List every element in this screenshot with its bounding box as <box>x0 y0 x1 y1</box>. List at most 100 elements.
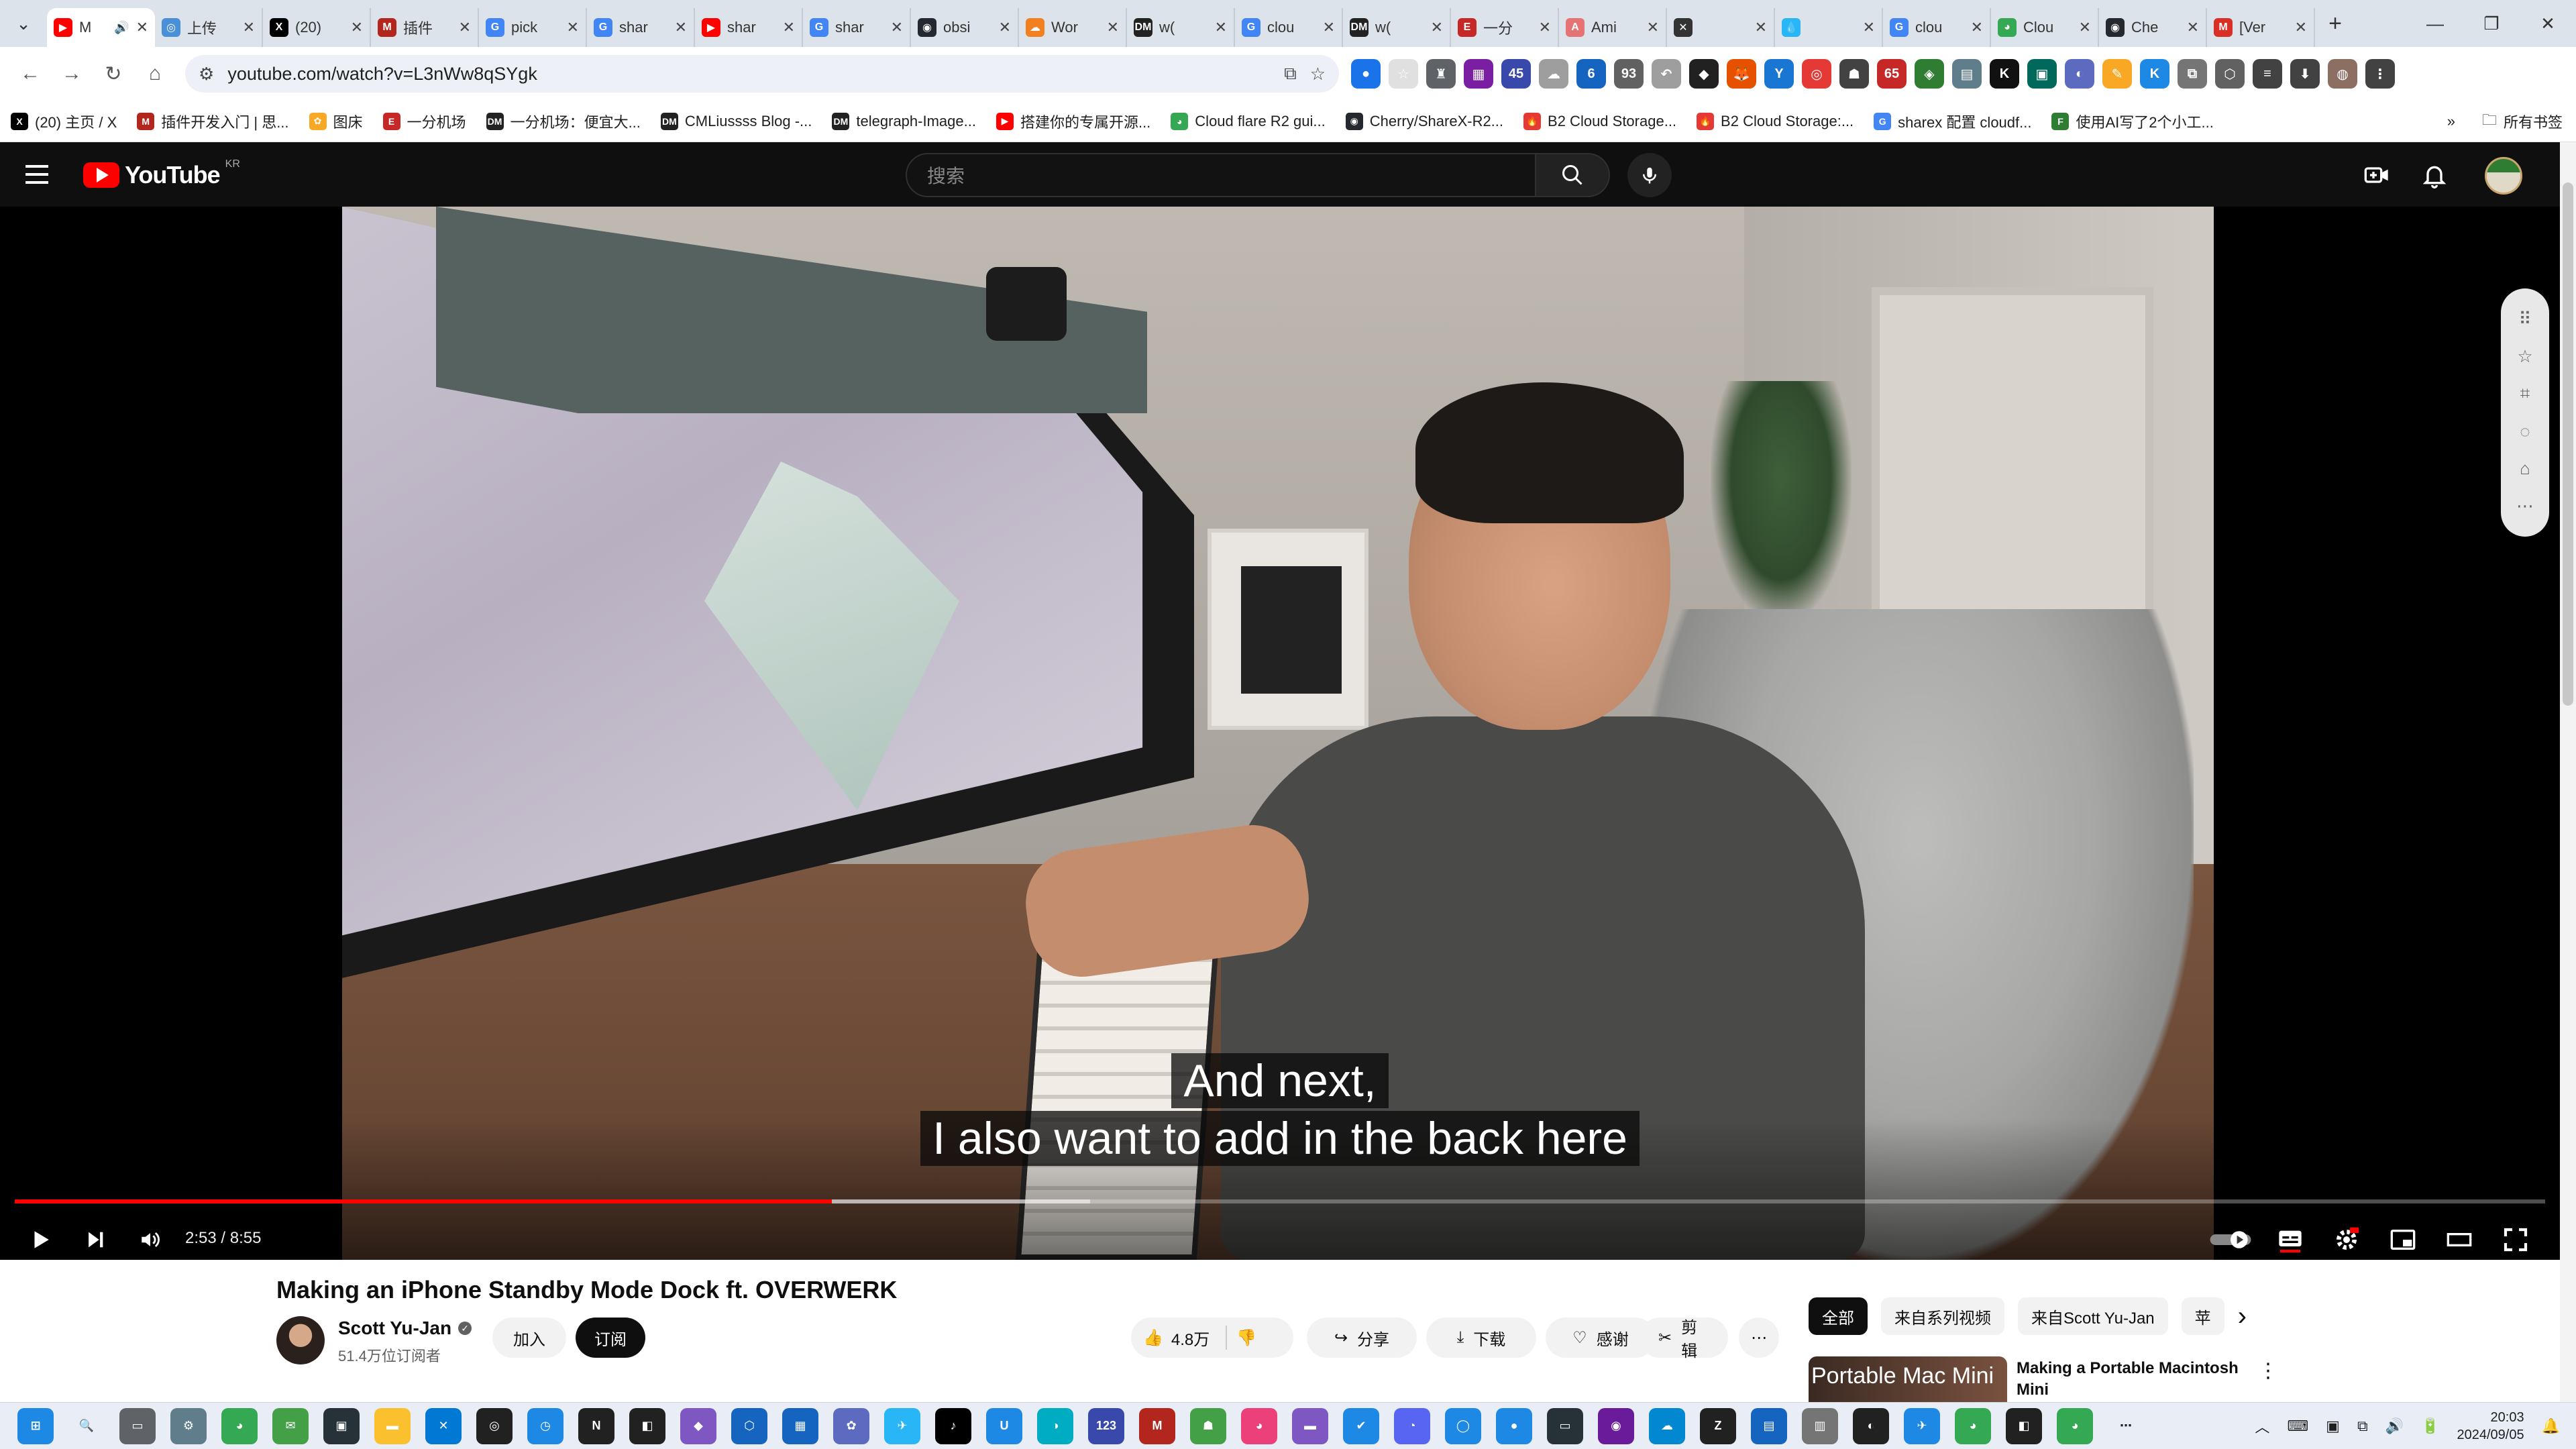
browser-tab[interactable]: Gshar ✕ <box>587 8 695 47</box>
extension-icon[interactable]: ≡ <box>2253 59 2282 89</box>
bookmark-item[interactable]: Gsharex 配置 cloudf... <box>1874 111 2031 132</box>
tray-icon[interactable]: 🔋 <box>2421 1417 2439 1435</box>
clock[interactable]: 20:03 2024/09/05 <box>2457 1409 2524 1444</box>
tab-audio-icon[interactable]: 🔊 <box>114 21 129 35</box>
progress-bar[interactable] <box>15 1199 2545 1203</box>
browser-tab[interactable]: ◉ obsi ✕ <box>911 8 1019 47</box>
browser-tab[interactable]: Gclou ✕ <box>1883 8 1991 47</box>
tab-close-icon[interactable]: ✕ <box>1431 19 1443 36</box>
extension-icon[interactable]: ▣ <box>2027 59 2057 89</box>
chip-all[interactable]: 全部 <box>1809 1297 1868 1335</box>
bookmark-star-icon[interactable]: ☆ <box>1310 64 1326 85</box>
taskbar-app-icon[interactable]: ▥ <box>1802 1407 1838 1444</box>
more-actions-button[interactable]: ⋯ <box>1739 1318 1779 1358</box>
browser-tab[interactable]: M 插件 ✕ <box>371 8 479 47</box>
tab-search-chevron-icon[interactable]: ⌄ <box>0 0 47 47</box>
tray-icon[interactable]: ⧉ <box>2357 1417 2368 1435</box>
taskbar-app-icon[interactable]: ◧ <box>629 1407 665 1444</box>
taskbar-app-icon[interactable]: ▭ <box>119 1407 156 1444</box>
tray-icon[interactable]: ︿ <box>2255 1415 2269 1437</box>
channel-name-row[interactable]: Scott Yu-Jan ✓ <box>338 1318 472 1339</box>
browser-tab[interactable]: 💧 ✕ <box>1775 8 1883 47</box>
tab-close-icon[interactable]: ✕ <box>1971 19 1983 36</box>
tab-close-icon[interactable]: ✕ <box>1755 19 1767 36</box>
extension-icon[interactable]: ⬡ <box>2215 59 2245 89</box>
taskbar-app-icon[interactable]: 🔍 <box>68 1407 105 1444</box>
side-tool-icon[interactable]: ⌗ <box>2520 383 2530 405</box>
taskbar-app-icon[interactable]: ☁ <box>1649 1407 1685 1444</box>
taskbar-app-icon[interactable]: ◕ <box>1241 1407 1277 1444</box>
bookmark-item[interactable]: E 一分机场 <box>382 111 466 132</box>
tab-close-icon[interactable]: ✕ <box>1863 19 1875 36</box>
forward-arrow-icon[interactable]: → <box>51 53 93 95</box>
chips-next-chevron-icon[interactable]: › <box>2238 1301 2247 1332</box>
tray-icon[interactable]: ⌨ <box>2287 1417 2308 1435</box>
recommendation-more-icon[interactable]: ⋮ <box>2258 1359 2278 1383</box>
tab-close-icon[interactable]: ✕ <box>243 19 255 36</box>
scrollbar-thumb[interactable] <box>2563 182 2573 706</box>
extension-icon[interactable]: ✎ <box>2102 59 2132 89</box>
side-tool-icon[interactable]: ⠿ <box>2518 309 2531 329</box>
extension-icon[interactable]: ⬇ <box>2290 59 2320 89</box>
url-text[interactable]: youtube.com/watch?v=L3nWw8qSYgk <box>227 64 1271 85</box>
extension-icon[interactable]: K <box>1990 59 2019 89</box>
extension-icon[interactable]: ☁ <box>1539 59 1568 89</box>
mute-button[interactable] <box>130 1220 170 1260</box>
tab-close-icon[interactable]: ✕ <box>136 19 148 36</box>
extension-icon[interactable]: ◐ <box>2065 59 2094 89</box>
extension-icon[interactable]: ◆ <box>1689 59 1719 89</box>
channel-name[interactable]: Scott Yu-Jan <box>338 1318 451 1339</box>
tab-close-icon[interactable]: ✕ <box>1647 19 1659 36</box>
taskbar-app-icon[interactable]: ◧ <box>2006 1407 2042 1444</box>
taskbar-app-icon[interactable]: ◷ <box>527 1407 564 1444</box>
bookmarks-overflow-icon[interactable]: » <box>2447 113 2455 130</box>
taskbar-app-icon[interactable]: ✕ <box>425 1407 462 1444</box>
minimize-icon[interactable]: — <box>2407 0 2463 47</box>
taskbar-app-icon[interactable]: ◉ <box>1598 1407 1634 1444</box>
bookmark-item[interactable]: 🔥 B2 Cloud Storage:... <box>1697 112 1854 130</box>
taskbar-app-icon[interactable]: Z <box>1700 1407 1736 1444</box>
browser-tab[interactable]: DM w(✕ <box>1343 8 1451 47</box>
settings-button[interactable] <box>2326 1220 2367 1260</box>
extension-icon[interactable]: ↶ <box>1652 59 1681 89</box>
side-tool-icon[interactable]: ◌ <box>2520 421 2530 442</box>
browser-tab[interactable]: E 一分 ✕ <box>1451 8 1559 47</box>
extension-icon[interactable]: Y <box>1764 59 1794 89</box>
notification-bell-icon[interactable]: 🔔 <box>2542 1417 2560 1435</box>
taskbar-app-icon[interactable]: ✔ <box>1343 1407 1379 1444</box>
taskbar-app-icon[interactable]: ◕ <box>1955 1407 1991 1444</box>
fullscreen-button[interactable] <box>2496 1220 2536 1260</box>
tab-close-icon[interactable]: ✕ <box>891 19 903 36</box>
taskbar-app-icon[interactable]: ✈ <box>884 1407 920 1444</box>
like-button[interactable]: 👍 4.8万 <box>1143 1326 1210 1350</box>
tab-close-icon[interactable]: ✕ <box>567 19 579 36</box>
next-button[interactable] <box>75 1220 115 1260</box>
all-bookmarks-button[interactable]: 🗀 所有书签 <box>2482 109 2563 134</box>
tab-close-icon[interactable]: ✕ <box>2295 19 2307 36</box>
tab-close-icon[interactable]: ✕ <box>1323 19 1335 36</box>
recommendation-title[interactable]: Making a Portable Macintosh Mini <box>2017 1358 2258 1398</box>
thumbs-down-icon[interactable]: 👎 <box>1236 1328 1256 1348</box>
extension-icon[interactable]: 🦊 <box>1727 59 1756 89</box>
tab-close-icon[interactable]: ✕ <box>2079 19 2091 36</box>
extension-icon[interactable]: 45 <box>1501 59 1531 89</box>
taskbar-app-icon[interactable]: ◑ <box>1037 1407 1073 1444</box>
bookmark-item[interactable]: ◉ Cherry/ShareX-R2... <box>1345 112 1503 130</box>
bookmark-item[interactable]: ◕ Cloud flare R2 gui... <box>1171 112 1326 130</box>
address-bar[interactable]: ⚙ youtube.com/watch?v=L3nWw8qSYgk ⧉ ☆ <box>185 55 1339 93</box>
chip-series[interactable]: 来自系列视频 <box>1881 1297 2004 1335</box>
search-input[interactable]: 搜索 <box>906 153 1536 197</box>
join-button[interactable]: 加入 <box>492 1318 566 1358</box>
youtube-logo[interactable]: YouTube KR <box>83 158 240 189</box>
restore-icon[interactable]: ❐ <box>2463 0 2520 47</box>
taskbar-app-icon[interactable]: ▦ <box>782 1407 818 1444</box>
download-button[interactable]: ⤓ 下载 <box>1426 1318 1536 1358</box>
taskbar-app-icon[interactable]: ▭ <box>1547 1407 1583 1444</box>
tab-close-icon[interactable]: ✕ <box>2187 19 2199 36</box>
tray-icon[interactable]: ▣ <box>2326 1417 2340 1435</box>
browser-tab[interactable]: ◎ 上传 ✕ <box>155 8 263 47</box>
browser-tab[interactable]: ✕ ✕ <box>1667 8 1775 47</box>
taskbar-app-icon[interactable]: ● <box>1496 1407 1532 1444</box>
bookmark-item[interactable]: 🔥 B2 Cloud Storage... <box>1523 112 1676 130</box>
extension-icon[interactable]: ♜ <box>1426 59 1456 89</box>
